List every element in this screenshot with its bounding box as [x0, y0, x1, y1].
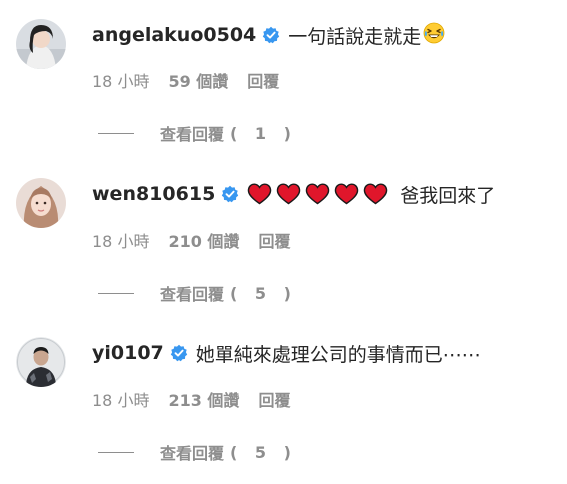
divider-line	[98, 292, 134, 294]
hearts-emoji-group	[247, 183, 392, 205]
reply-count: ( 5 )	[230, 283, 297, 303]
red-heart-emoji	[335, 183, 359, 205]
avatar[interactable]	[16, 19, 66, 69]
reply-count: ( 5 )	[230, 442, 297, 462]
view-replies-label: 查看回覆	[160, 285, 225, 304]
view-replies-button[interactable]: 查看回覆 ( 5 )	[98, 282, 297, 304]
likes-count-button[interactable]: 210 個讚	[168, 228, 239, 252]
reply-count: ( 1 )	[230, 123, 297, 143]
comment-header: wen810615 爸我回來了	[92, 179, 495, 209]
comment-text: 她單純來處理公司的事情而已⋯⋯	[195, 343, 481, 366]
divider-line	[98, 451, 134, 453]
verified-badge-icon	[221, 185, 239, 203]
avatar[interactable]	[16, 178, 66, 228]
divider-line	[98, 132, 134, 134]
avatar[interactable]	[16, 337, 66, 387]
timestamp[interactable]: 18 小時	[92, 228, 149, 252]
avatar-image	[16, 337, 66, 387]
verified-badge-icon	[262, 26, 280, 44]
username-link[interactable]: wen810615	[92, 183, 215, 205]
red-heart-emoji	[277, 183, 301, 205]
username-link[interactable]: angelakuo0504	[92, 24, 256, 46]
comment-meta: 18 小時 213 個讚 回覆	[92, 388, 290, 410]
view-replies-button[interactable]: 查看回覆 ( 5 )	[98, 441, 297, 463]
red-heart-emoji	[364, 183, 388, 205]
verified-badge-icon	[170, 344, 188, 362]
timestamp[interactable]: 18 小時	[92, 387, 149, 411]
avatar-image	[16, 19, 66, 69]
red-heart-emoji	[248, 183, 272, 205]
grinning-squinting-face-with-tears-emoji	[423, 22, 445, 49]
view-replies-label: 查看回覆	[160, 444, 225, 463]
view-replies-button[interactable]: 查看回覆 ( 1 )	[98, 122, 297, 144]
view-replies-label: 查看回覆	[160, 125, 225, 144]
comment-text: 一句話說走就走	[288, 25, 422, 48]
reply-button[interactable]: 回覆	[258, 387, 290, 411]
comment-header: angelakuo0504 一句話說走就走	[92, 20, 445, 50]
reply-button[interactable]: 回覆	[258, 228, 290, 252]
likes-count-button[interactable]: 213 個讚	[168, 387, 239, 411]
comment-meta: 18 小時 59 個讚 回覆	[92, 69, 279, 91]
likes-count-button[interactable]: 59 個讚	[168, 68, 228, 92]
username-link[interactable]: yi0107	[92, 342, 164, 364]
red-heart-emoji	[306, 183, 330, 205]
reply-button[interactable]: 回覆	[247, 68, 279, 92]
comment-header: yi0107 她單純來處理公司的事情而已⋯⋯	[92, 338, 481, 368]
comment-text: 爸我回來了	[400, 184, 496, 207]
avatar-image	[16, 178, 66, 228]
timestamp[interactable]: 18 小時	[92, 68, 149, 92]
comment-meta: 18 小時 210 個讚 回覆	[92, 229, 290, 251]
